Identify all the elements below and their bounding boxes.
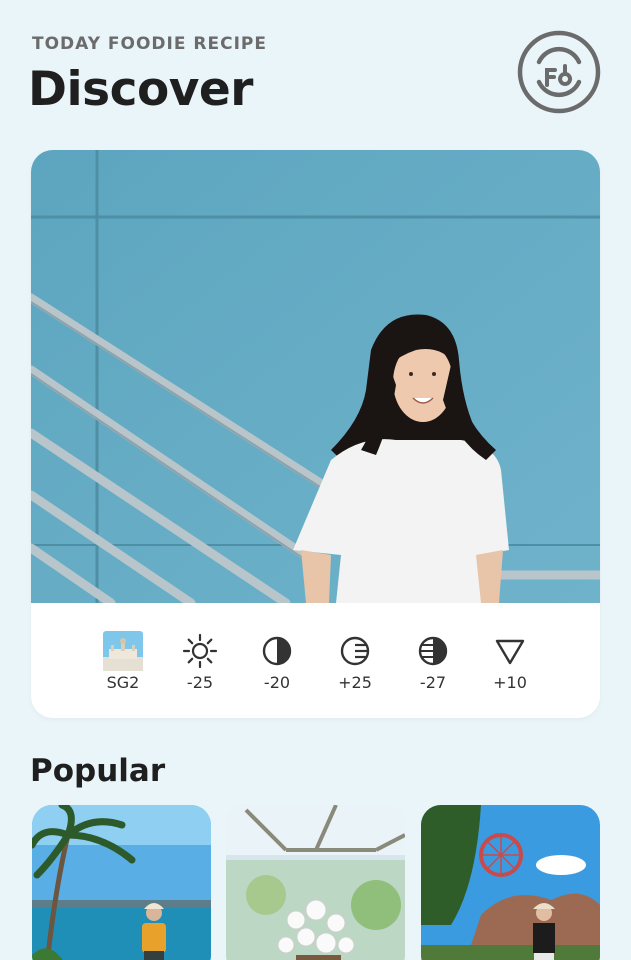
vignette-adjustment[interactable]: +10 bbox=[472, 603, 548, 718]
highlights-adjustment[interactable]: +25 bbox=[317, 603, 393, 718]
section-title-popular: Popular bbox=[30, 753, 166, 789]
popular-thumbnail[interactable] bbox=[421, 805, 600, 960]
popular-thumbnail[interactable] bbox=[32, 805, 211, 960]
highlights-value: +25 bbox=[338, 673, 372, 692]
brightness-adjustment[interactable]: -25 bbox=[162, 603, 238, 718]
vignette-value: +10 bbox=[493, 673, 527, 692]
brightness-value: -25 bbox=[186, 673, 214, 692]
triangle-down-icon bbox=[490, 631, 530, 671]
recipe-filter-bar: SG2 -25 -20 +25 -27 +10 bbox=[31, 603, 600, 718]
foodie-logo-icon[interactable] bbox=[517, 30, 601, 114]
header-kicker: TODAY FOODIE RECIPE bbox=[32, 34, 267, 54]
contrast-adjustment[interactable]: -20 bbox=[239, 603, 315, 718]
recipe-card[interactable]: SG2 -25 -20 +25 -27 +10 bbox=[31, 150, 600, 718]
striped-half-circle-icon bbox=[413, 631, 453, 671]
sun-icon bbox=[180, 631, 220, 671]
shadows-adjustment[interactable]: -27 bbox=[395, 603, 471, 718]
recipe-photo bbox=[31, 150, 600, 603]
half-circle-icon bbox=[257, 631, 297, 671]
filter-thumbnail bbox=[103, 631, 143, 671]
striped-circle-icon bbox=[335, 631, 375, 671]
page-title: Discover bbox=[28, 62, 253, 117]
filter-preset[interactable]: SG2 bbox=[85, 603, 161, 718]
filter-label: SG2 bbox=[106, 673, 140, 692]
shadows-value: -27 bbox=[419, 673, 447, 692]
contrast-value: -20 bbox=[263, 673, 291, 692]
popular-thumbnail[interactable] bbox=[226, 805, 405, 960]
